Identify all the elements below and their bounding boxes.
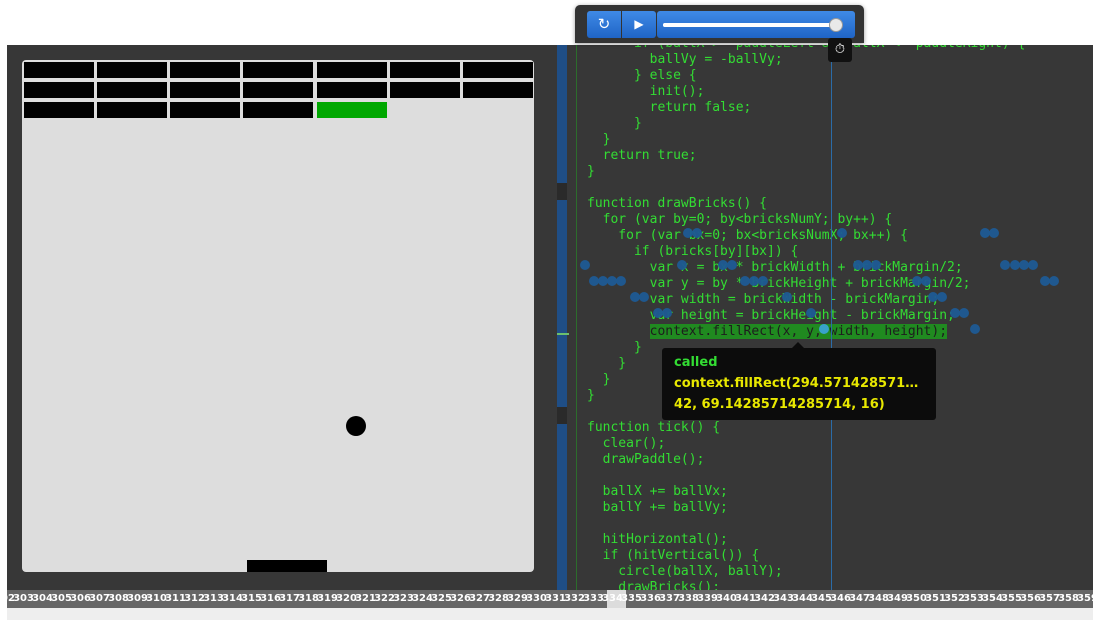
brick [97, 102, 168, 118]
code-line: } else { [587, 68, 697, 83]
code-line: } [587, 132, 611, 147]
code-line: if (ballX >= paddleLeft && ballX <= padd… [587, 45, 1025, 51]
playback-toolbar: ↻ ▶ [575, 5, 864, 43]
timeline-cursor-line [831, 45, 832, 590]
brick [243, 102, 314, 118]
call-dot[interactable] [921, 276, 931, 286]
code-line: } [587, 372, 611, 387]
tooltip-call-line-1: context.fillRect(294.571428571428571 [674, 376, 926, 391]
call-dot[interactable] [937, 292, 947, 302]
bottom-strip [7, 608, 1093, 620]
brick-highlighted [316, 102, 387, 118]
replay-button[interactable]: ↻ [587, 11, 621, 38]
slider-track [663, 18, 843, 32]
call-dot[interactable] [959, 308, 969, 318]
code-line: return true; [587, 148, 697, 163]
brick [316, 62, 387, 78]
call-dot[interactable] [837, 228, 847, 238]
frame-ruler[interactable]: 3023033043053063073083093103113123133143… [7, 590, 1093, 608]
call-dot[interactable] [989, 228, 999, 238]
brick [170, 62, 241, 78]
code-border [576, 45, 577, 590]
paddle [247, 560, 327, 572]
app-canvas: if (ballX >= paddleLeft && ballX <= padd… [7, 45, 1093, 620]
call-dot[interactable] [662, 308, 672, 318]
tooltip-title: called [674, 355, 718, 370]
call-tooltip: called context.fillRect(294.571428571428… [662, 342, 936, 420]
gutter-block-marker [557, 200, 567, 407]
code-line: ballX += ballVx; [587, 484, 728, 499]
call-dot[interactable] [758, 276, 768, 286]
brick [97, 62, 168, 78]
call-dot[interactable] [970, 324, 980, 334]
brick [170, 82, 241, 98]
code-line: var x = bx * brickWidth + brickMargin/2; [587, 260, 963, 275]
code-line: for (var bx=0; bx<bricksNumX; bx++) { [587, 228, 908, 243]
call-dot[interactable] [1028, 260, 1038, 270]
call-dot[interactable] [1049, 276, 1059, 286]
code-gutter [557, 45, 567, 590]
call-dot[interactable] [819, 324, 829, 334]
brick [243, 62, 314, 78]
code-line: ballVy = -ballVy; [587, 52, 783, 67]
brick [24, 62, 94, 78]
brick [243, 82, 314, 98]
call-dot[interactable] [806, 308, 816, 318]
code-line: } [587, 164, 595, 179]
code-line: var height = brickHeight - brickMargin; [587, 308, 955, 323]
code-line: } [587, 388, 595, 403]
call-dot[interactable] [782, 292, 792, 302]
clock-button[interactable]: ⏱ [828, 38, 852, 62]
clock-icon: ⏱ [834, 42, 846, 57]
brick [462, 62, 533, 78]
frame-number[interactable]: 359 [1077, 590, 1093, 608]
code-line: } [587, 356, 627, 371]
call-dot[interactable] [1000, 260, 1010, 270]
call-dot[interactable] [616, 276, 626, 286]
code-line: return false; [587, 100, 752, 115]
tooltip-call-line-2: 42, 69.14285714285714, 16) [674, 397, 885, 412]
call-dot[interactable] [692, 228, 702, 238]
call-dot[interactable] [580, 260, 590, 270]
call-dot[interactable] [871, 260, 881, 270]
code-line: function drawBricks() { [587, 196, 768, 211]
highlighted-call: context.fillRect(x, y, width, height); [649, 324, 948, 339]
brick [97, 82, 168, 98]
brick [24, 82, 94, 98]
code-line: function tick() { [587, 420, 721, 435]
refresh-icon: ↻ [597, 15, 611, 33]
code-line: } [587, 340, 642, 355]
brick [24, 102, 94, 118]
slider-knob[interactable] [828, 18, 843, 32]
brick [170, 102, 241, 118]
code-line: ballY += ballVy; [587, 500, 728, 515]
brick [316, 82, 387, 98]
timeline-slider[interactable] [657, 11, 855, 38]
call-dot[interactable] [727, 260, 737, 270]
code-line: for (var by=0; by<bricksNumY; by++) { [587, 212, 893, 227]
call-dot[interactable] [639, 292, 649, 302]
code-line: init(); [587, 84, 705, 99]
brick [389, 82, 460, 98]
code-line: context.fillRect(x, y, width, height); [587, 324, 948, 339]
code-line: } [587, 116, 642, 131]
gutter-block-marker [557, 424, 567, 590]
brick [389, 62, 460, 78]
code-line: if (bricks[by][bx]) { [587, 244, 799, 259]
code-line: drawPaddle(); [587, 452, 705, 467]
code-editor[interactable]: if (ballX >= paddleLeft && ballX <= padd… [587, 45, 1025, 596]
game-canvas[interactable] [22, 60, 534, 572]
code-line: circle(ballX, ballY); [587, 564, 783, 579]
brick [462, 82, 533, 98]
gutter-block-marker [557, 45, 567, 183]
current-line-arrow [557, 333, 569, 335]
play-button[interactable]: ▶ [622, 11, 656, 38]
slider-fill [663, 23, 836, 27]
code-line: hitHorizontal(); [587, 532, 728, 547]
call-dot[interactable] [677, 260, 687, 270]
code-line: clear(); [587, 436, 666, 451]
code-line: if (hitVertical()) { [587, 548, 760, 563]
ball [346, 416, 366, 436]
play-icon: ▶ [634, 17, 644, 31]
